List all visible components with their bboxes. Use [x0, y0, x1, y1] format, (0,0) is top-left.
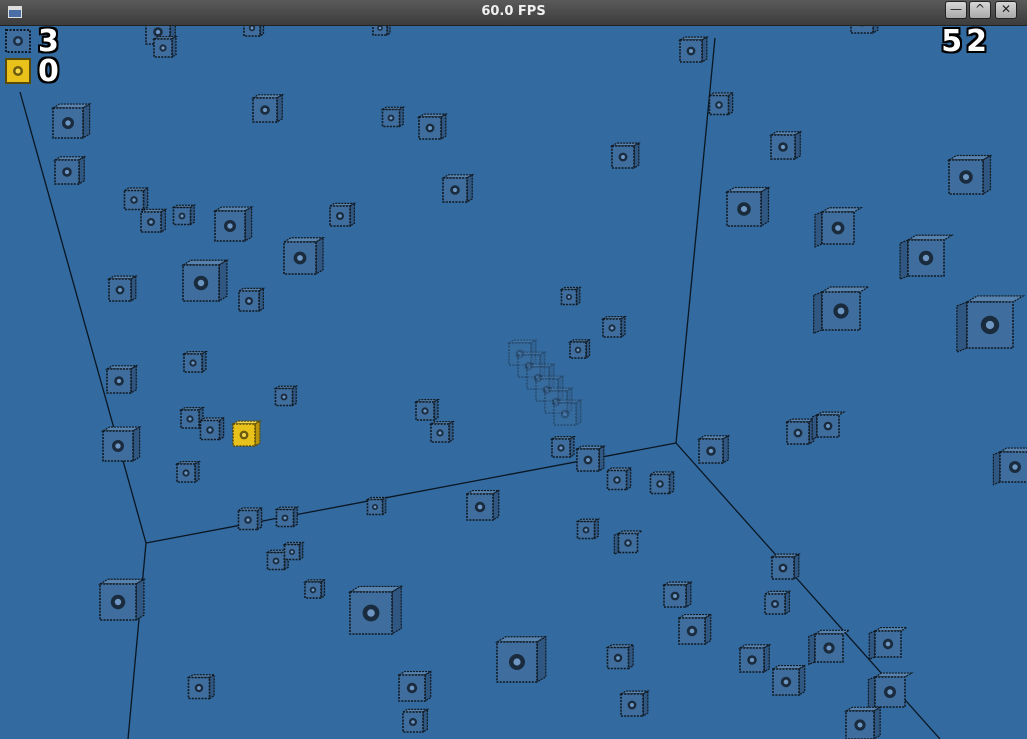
blue-cube [347, 585, 404, 636]
blue-cube [868, 626, 909, 661]
blue-cube [737, 643, 772, 674]
blue-cube [100, 425, 142, 463]
blue-cube [808, 629, 852, 666]
blue-cube [122, 186, 150, 211]
maximize-button[interactable]: ^ [969, 1, 991, 19]
blue-cube [198, 416, 226, 441]
blue-cube [180, 259, 230, 303]
blue-cube [186, 673, 217, 700]
blue-cube [106, 275, 139, 303]
blue-cube [575, 518, 601, 540]
blue-cube-count: 3 [38, 26, 59, 59]
blue-cube [236, 287, 266, 313]
blue-cube [600, 315, 628, 339]
gold-cube [230, 420, 263, 448]
blue-cube [661, 581, 694, 609]
blue-cube [174, 460, 202, 484]
room-edge-line [675, 37, 716, 444]
blue-cube [946, 154, 993, 196]
score-display: 52 [941, 26, 991, 59]
blue-cube [250, 93, 285, 124]
blue-cube [97, 578, 147, 622]
blue-cube [769, 553, 802, 581]
blue-cube [618, 690, 651, 718]
blue-cube [784, 418, 817, 446]
blue-cube [850, 26, 879, 35]
window-title: 60.0 FPS [481, 4, 546, 19]
blue-cube [707, 91, 735, 116]
blue-cube [677, 36, 710, 64]
title-bar[interactable]: 60.0 FPS — ^ ✕ [0, 0, 1027, 26]
blue-cube [567, 338, 592, 360]
blue-cube [899, 234, 955, 281]
blue-cube [464, 489, 501, 522]
blue-cube [413, 398, 441, 422]
game-window: 60.0 FPS — ^ ✕ 3 0 52 [0, 0, 1027, 739]
blue-cube [770, 664, 807, 697]
blue-cube [50, 102, 92, 140]
blue-cube [171, 204, 197, 226]
blue-cube [559, 286, 582, 306]
blue-cube [273, 385, 299, 407]
blue-cube [814, 207, 864, 248]
blue-cube-counter-icon [5, 29, 31, 53]
blue-cube [843, 706, 883, 739]
blue-cube [696, 434, 731, 465]
blue-cube [613, 530, 644, 556]
game-viewport[interactable]: 3 0 52 [0, 26, 1027, 739]
blue-cube [282, 541, 305, 561]
blue-cube [138, 208, 168, 234]
ghost-cube [551, 399, 584, 427]
blue-cube [281, 236, 326, 276]
gold-cube-counter-icon [5, 58, 31, 84]
blue-cube [867, 672, 914, 711]
gold-cube-count: 0 [38, 54, 59, 89]
blue-cube [104, 364, 139, 395]
blue-cube [302, 578, 327, 600]
blue-cube [956, 295, 1026, 353]
blue-cube [181, 350, 209, 374]
blue-cube [212, 205, 254, 243]
blue-cube [676, 613, 713, 646]
blue-cube [440, 173, 475, 204]
blue-cube [605, 466, 633, 491]
blue-cube [724, 186, 771, 228]
blue-cube [549, 435, 577, 459]
blue-cube [400, 708, 430, 734]
blue-cube [428, 420, 456, 444]
blue-cube [609, 142, 642, 170]
blue-cube [151, 35, 179, 59]
blue-cube [574, 445, 607, 473]
close-button[interactable]: ✕ [995, 1, 1017, 19]
blue-cube [274, 506, 300, 528]
blue-cube [648, 470, 676, 495]
room-edge-line [127, 542, 147, 739]
blue-cube [494, 635, 548, 684]
blue-cube [52, 155, 87, 186]
blue-cube [768, 130, 803, 161]
blue-cube [992, 447, 1027, 486]
blue-cube [811, 411, 847, 440]
blue-cube [380, 106, 406, 128]
blue-cube [365, 496, 388, 516]
blue-cube [813, 286, 871, 335]
blue-cube [762, 590, 792, 616]
blue-cube [396, 670, 433, 703]
blue-cube [605, 643, 636, 670]
game-scene[interactable] [0, 26, 1027, 739]
minimize-button[interactable]: — [945, 1, 967, 19]
blue-cube [236, 506, 264, 531]
blue-cube [372, 26, 391, 37]
blue-cube [178, 406, 206, 430]
blue-cube [416, 113, 449, 141]
blue-cube [243, 26, 265, 38]
blue-cube [327, 202, 357, 228]
